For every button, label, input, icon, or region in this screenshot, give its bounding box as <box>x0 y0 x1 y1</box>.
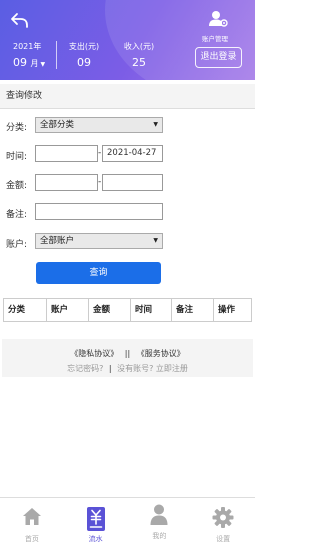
forgot-password-link[interactable]: 忘记密码? <box>67 364 103 373</box>
account-links: 忘记密码? | 没有账号? 立即注册 <box>0 363 255 374</box>
section-title: 查询修改 <box>0 84 255 109</box>
user-icon <box>150 504 168 525</box>
income-label: 收入(元) <box>123 42 155 51</box>
max-amount-input[interactable] <box>102 174 163 191</box>
column-header-note: 备注 <box>172 299 214 321</box>
account-select-value: 全部账户 <box>40 236 75 246</box>
category-select[interactable]: 全部分类 ▼ <box>35 117 163 133</box>
column-header-time: 时间 <box>131 299 172 321</box>
month-picker[interactable]: 2021年 09 月 ▼ <box>6 41 56 69</box>
time-separator: - <box>98 148 102 158</box>
category-label: 分类: <box>6 123 28 133</box>
start-date-input[interactable] <box>35 145 98 162</box>
privacy-link[interactable]: 《隐私协议》 <box>70 349 118 358</box>
bottom-navigation: 首页 流水 我的 设置 <box>0 497 255 550</box>
service-link[interactable]: 《服务协议》 <box>137 349 185 358</box>
expense-stat: 支出(元) 09 <box>56 41 111 69</box>
agreement-divider: || <box>124 349 131 358</box>
query-button[interactable]: 查询 <box>36 262 161 284</box>
caret-down-icon: ▼ <box>40 61 46 68</box>
nav-label-settings: 设置 <box>216 535 231 543</box>
column-header-amount: 金额 <box>89 299 131 321</box>
links-divider: | <box>108 364 112 373</box>
account-select[interactable]: 全部账户 ▼ <box>35 233 163 249</box>
home-icon <box>22 508 41 525</box>
account-label: 账户: <box>6 240 28 250</box>
expense-label: 支出(元) <box>68 42 100 51</box>
nav-label-mine: 我的 <box>152 532 167 540</box>
account-management-button[interactable]: 账户管理 <box>201 10 235 43</box>
amount-separator: - <box>98 177 102 187</box>
expense-value: 09 <box>77 56 91 69</box>
dropdown-arrow-icon: ▼ <box>153 121 158 128</box>
note-input[interactable] <box>35 203 163 220</box>
end-date-input[interactable]: 2021-04-27 <box>102 145 163 162</box>
nav-item-mine[interactable]: 我的 <box>128 498 192 550</box>
summary-stats: 2021年 09 月 ▼ 支出(元) 09 收入(元) 25 <box>6 41 167 69</box>
records-table-header: 分类 账户 金额 时间 备注 操作 <box>3 298 252 322</box>
column-header-account: 账户 <box>47 299 89 321</box>
column-header-action: 操作 <box>218 305 236 315</box>
bill-icon <box>86 507 105 531</box>
amount-label: 金额: <box>6 181 28 191</box>
account-management-icon <box>209 11 228 27</box>
time-label: 时间: <box>6 152 28 162</box>
nav-item-settings[interactable]: 设置 <box>191 498 255 550</box>
account-management-label: 账户管理 <box>202 35 228 43</box>
income-value: 25 <box>132 56 146 69</box>
register-link[interactable]: 立即注册 <box>156 364 188 373</box>
gear-icon <box>212 507 234 528</box>
nav-label-bills: 流水 <box>88 535 103 543</box>
year-label: 2021年 <box>13 42 42 51</box>
logout-button[interactable]: 退出登录 <box>195 47 242 68</box>
header-banner: 账户管理 2021年 09 月 ▼ 支出(元) 09 收入(元) 25 退出登录 <box>0 0 255 80</box>
min-amount-input[interactable] <box>35 174 98 191</box>
category-select-value: 全部分类 <box>40 120 75 130</box>
no-account-text: 没有账号? <box>117 364 154 373</box>
agreements-links: 《隐私协议》 || 《服务协议》 <box>0 348 255 359</box>
column-header-category: 分类 <box>4 299 47 321</box>
dropdown-arrow-icon: ▼ <box>153 237 158 244</box>
nav-item-bills[interactable]: 流水 <box>64 498 128 550</box>
income-stat: 收入(元) 25 <box>111 41 167 69</box>
nav-item-home[interactable]: 首页 <box>0 498 64 550</box>
month-value: 09 月 ▼ <box>13 56 46 69</box>
note-label: 备注: <box>6 210 28 220</box>
back-arrow-icon[interactable] <box>10 12 30 30</box>
nav-label-home: 首页 <box>24 535 39 543</box>
